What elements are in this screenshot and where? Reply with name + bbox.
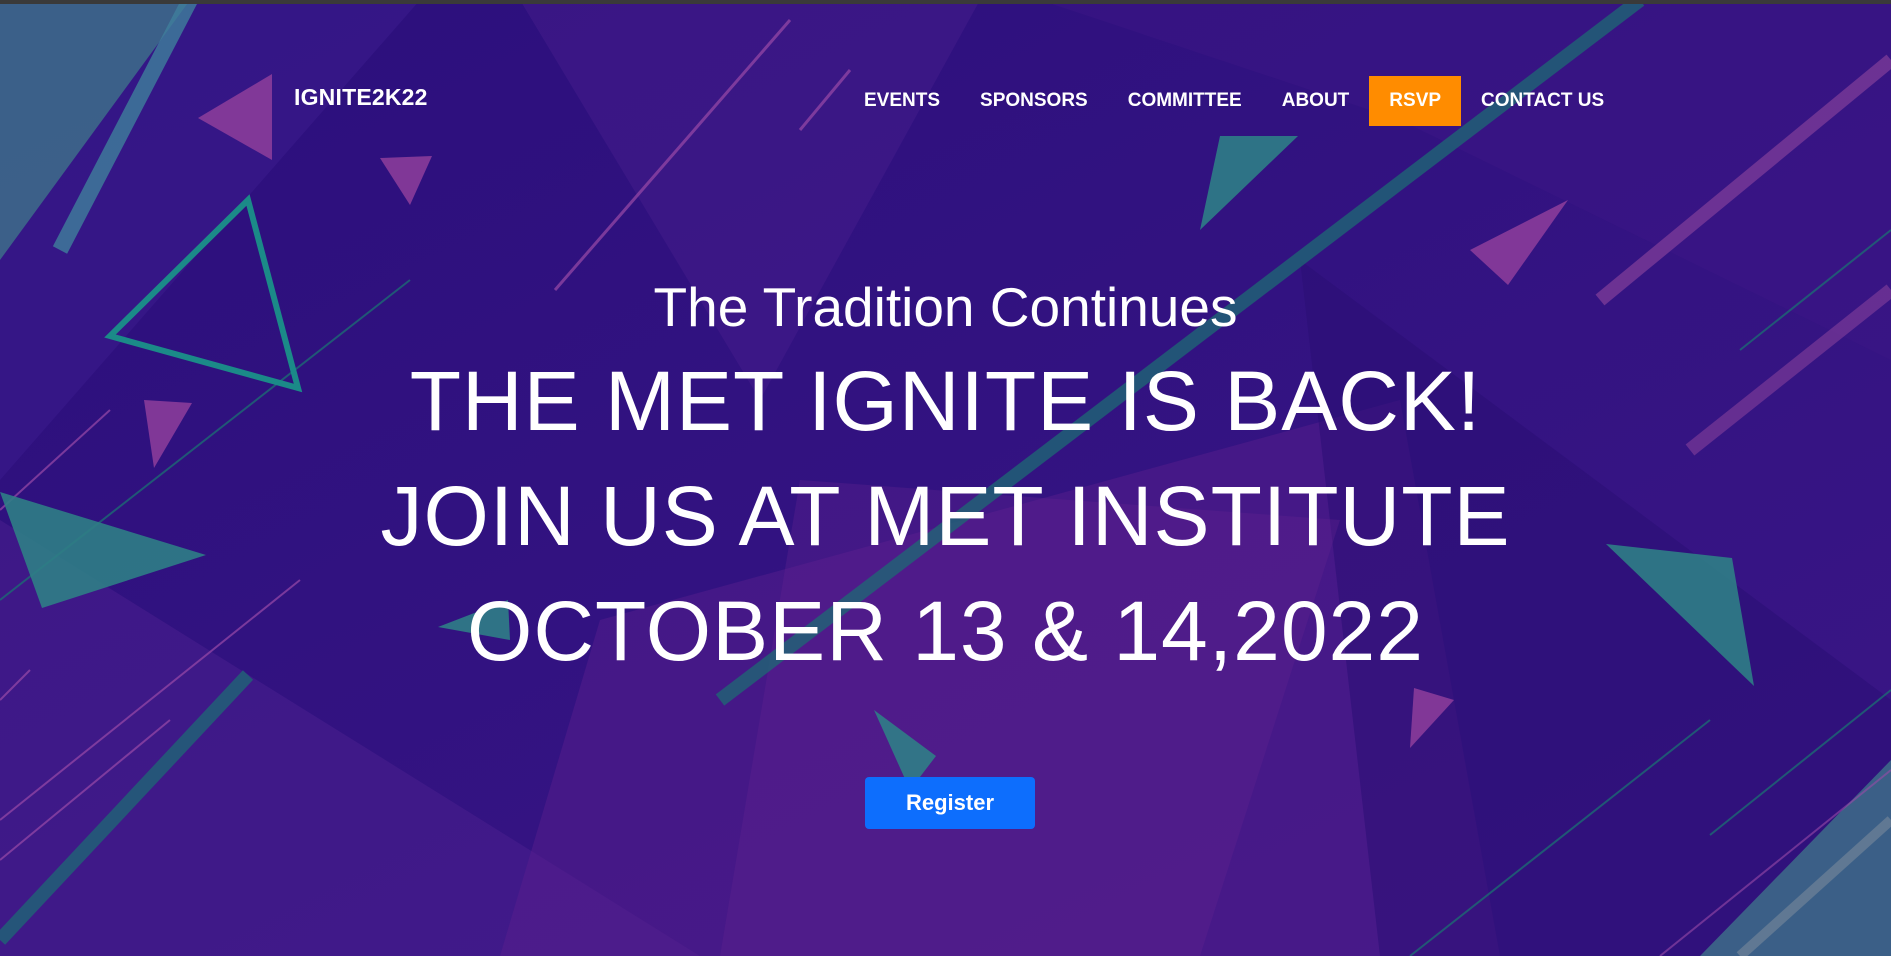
nav-item-committee[interactable]: COMMITTEE <box>1108 76 1262 126</box>
nav-item-events[interactable]: EVENTS <box>844 76 960 126</box>
hero-tagline: The Tradition Continues <box>653 276 1238 338</box>
page: IGNITE2K22 EVENTS SPONSORS COMMITTEE ABO… <box>0 0 1891 956</box>
nav-item-about[interactable]: ABOUT <box>1262 76 1370 126</box>
nav-item-contact-us[interactable]: CONTACT US <box>1461 76 1624 126</box>
browser-top-edge <box>0 0 1891 4</box>
nav-item-sponsors[interactable]: SPONSORS <box>960 76 1108 126</box>
nav-menu: EVENTS SPONSORS COMMITTEE ABOUT RSVP CON… <box>844 76 1624 126</box>
hero-headline-line-2: JOIN US AT MET INSTITUTE <box>380 469 1511 563</box>
nav-item-rsvp[interactable]: RSVP <box>1369 76 1462 126</box>
hero-headline-line-1: THE MET IGNITE IS BACK! <box>409 354 1482 448</box>
brand-logo-link[interactable]: IGNITE2K22 <box>294 84 428 111</box>
navbar: IGNITE2K22 EVENTS SPONSORS COMMITTEE ABO… <box>0 0 1891 200</box>
register-button[interactable]: Register <box>865 777 1035 829</box>
hero-headline-line-3: OCTOBER 13 & 14,2022 <box>467 584 1424 678</box>
hero-section: The Tradition Continues THE MET IGNITE I… <box>0 270 1891 689</box>
